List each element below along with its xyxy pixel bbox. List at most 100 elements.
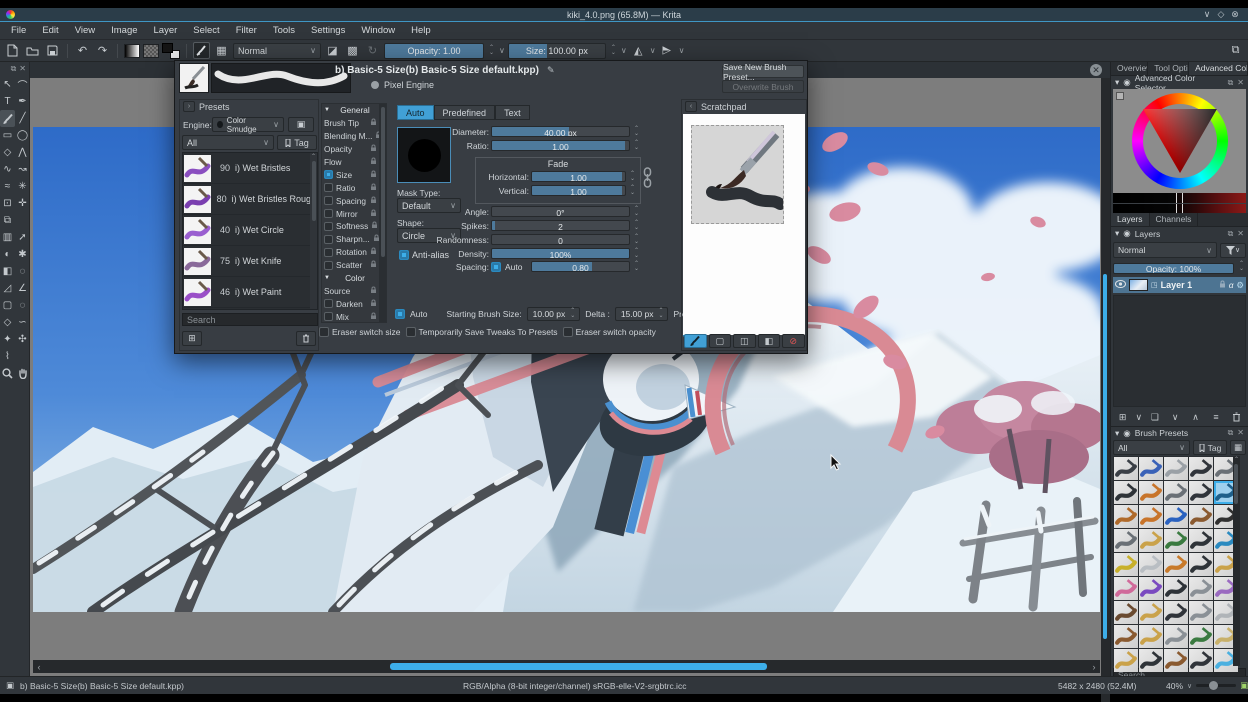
color-wheel-area[interactable] [1113,89,1246,193]
tab-text[interactable]: Text [495,105,530,120]
brush-preset-cell[interactable] [1189,649,1213,672]
brush-preset-cell[interactable] [1114,529,1138,552]
brush-preset-cell[interactable] [1114,457,1138,480]
footer-check-eraser-switch-opacity[interactable]: Eraser switch opacity [562,327,656,337]
lock-icon[interactable] [370,312,377,322]
size-spinner[interactable]: ⌃ ⌄ [609,45,618,56]
option-checkbox[interactable] [324,247,333,257]
option-scatter[interactable]: Scatter [322,259,379,272]
option-flow[interactable]: Flow [322,156,379,169]
slider-spinner[interactable]: ⌃ ⌄ [628,171,637,182]
collapse-icon[interactable]: ▾ [1115,77,1119,88]
brush-preset-cell[interactable] [1189,601,1213,624]
float-docker-icon[interactable]: ⧉ [11,64,17,74]
brush-preset-cell[interactable] [1139,553,1163,576]
tab-channels[interactable]: Channels [1150,213,1199,226]
rename-preset-icon[interactable]: ✎ [547,65,555,76]
brush-preset-cell[interactable] [1164,553,1188,576]
redo-button[interactable]: ↷ [94,42,111,59]
footer-check-temporarily-save-tweaks-to-presets[interactable]: Temporarily Save Tweaks To Presets [405,327,558,337]
preset-list-item[interactable]: 40 i) Wet Circle [183,215,317,246]
layer-opacity-slider[interactable]: Opacity: 100% [1113,263,1234,274]
menu-settings[interactable]: Settings [304,23,352,38]
scratch-fill-background-button[interactable]: ◧ [757,334,780,348]
preserve-alpha-button[interactable]: ▩ [344,42,361,59]
delete-layer-button[interactable] [1229,410,1244,424]
zoom-level[interactable]: 40% [1166,681,1183,691]
menu-image[interactable]: Image [104,23,144,38]
menu-help[interactable]: Help [404,23,438,38]
tool-ellipse-select[interactable]: ◌ [15,297,30,314]
layer-style-icon[interactable]: ⚙ [1236,280,1244,291]
preset-list-item[interactable]: 80 i) Wet Bristles Rough [183,184,317,215]
slider-spinner[interactable]: ⌃ ⌄ [632,126,641,137]
auto-checkbox[interactable] [395,309,405,319]
tool-magic-select[interactable]: ✦ [0,331,15,348]
slider-spinner[interactable]: ⌃ ⌄ [632,234,641,245]
preset-search-input[interactable]: Search [182,313,318,326]
tool-ellipse[interactable]: ◯ [15,127,30,144]
brush-preset-cell[interactable] [1114,649,1138,672]
brush-preset-cell[interactable] [1164,529,1188,552]
brush-editor-toggle[interactable] [193,42,210,59]
preset-list-scrollbar[interactable]: ⌃ [310,153,317,309]
reload-preset-button[interactable]: ↻ [364,42,381,59]
option-checkbox[interactable] [324,170,333,180]
tool-freehand-path[interactable]: ↝ [15,161,30,178]
brush-preset-cell[interactable] [1164,457,1188,480]
chevron-down-icon[interactable]: ∨ [1187,682,1192,690]
collapse-scratchpad-icon[interactable]: ‹ [685,101,697,112]
checkbox[interactable] [405,327,416,337]
scratch-paint-button[interactable] [684,334,707,348]
add-layer-dropdown[interactable]: ∨ [1135,410,1142,424]
layer-lock-icon[interactable] [1219,280,1226,290]
scroll-right-icon[interactable]: › [1088,662,1100,672]
brush-preset-cell[interactable] [1189,625,1213,648]
tool-multibrush[interactable]: ✳ [15,178,30,195]
brush-preset-cell[interactable] [1189,505,1213,528]
tool-freehand-brush[interactable] [0,110,15,127]
tool-freehand-select[interactable]: ∽ [15,314,30,331]
scratch-fill-gradient-button[interactable]: ◫ [733,334,756,348]
close-docker-icon[interactable]: ✕ [19,64,26,74]
lock-icon[interactable] [370,144,377,154]
layer-properties-button[interactable]: ≡ [1208,410,1223,424]
menu-edit[interactable]: Edit [35,23,65,38]
slider-track[interactable]: 40.00 px [491,126,630,137]
lock-icon[interactable] [370,260,377,270]
slider-spinner[interactable]: ⌃ ⌄ [632,248,641,259]
chevron-down-icon[interactable]: ∨ [499,46,505,55]
overwrite-brush-button[interactable]: Overwrite Brush [722,80,804,93]
slider-spinner[interactable]: ⌃ ⌄ [632,206,641,217]
save-button[interactable] [44,42,61,59]
option-ratio[interactable]: Ratio [322,181,379,194]
brush-preset-cell[interactable] [1114,601,1138,624]
lock-icon[interactable] [370,118,377,128]
option-checkbox[interactable] [324,234,333,244]
sv-triangle[interactable] [1141,105,1219,177]
tool-poly-select[interactable]: ◇ [0,314,15,331]
preset-detach-button[interactable]: ▣ [288,117,314,132]
menu-layer[interactable]: Layer [147,23,185,38]
engine-combo[interactable]: Color Smudge ∨ [212,116,284,134]
lock-icon[interactable] [370,157,377,167]
menu-select[interactable]: Select [186,23,226,38]
move-layer-down-button[interactable]: ∨ [1168,410,1183,424]
vertical-scroll-thumb[interactable] [1103,274,1107,639]
close-docker-icon[interactable]: ✕ [1237,78,1244,88]
selector-settings-icon[interactable] [1116,92,1124,100]
option-checkbox[interactable] [324,183,333,193]
chevron-down-icon[interactable]: ∨ [621,46,627,55]
spacing-auto-checkbox[interactable] [491,261,501,272]
tool-gradient[interactable]: ▥ [0,229,15,246]
tool-fill[interactable]: ◧ [0,263,15,280]
brush-preset-cell[interactable] [1139,601,1163,624]
brush-preset-cell[interactable] [1189,529,1213,552]
tool-pan[interactable] [15,365,30,382]
layer-alpha-icon[interactable]: α [1229,281,1234,290]
option-blending-m-[interactable]: Blending M... [322,130,379,143]
brush-preset-cell[interactable] [1139,481,1163,504]
collapse-presets-icon[interactable]: › [183,101,195,112]
eraser-mode-button[interactable]: ◪ [324,42,341,59]
preset-list-item[interactable]: 46 i) Wet Paint [183,277,317,308]
